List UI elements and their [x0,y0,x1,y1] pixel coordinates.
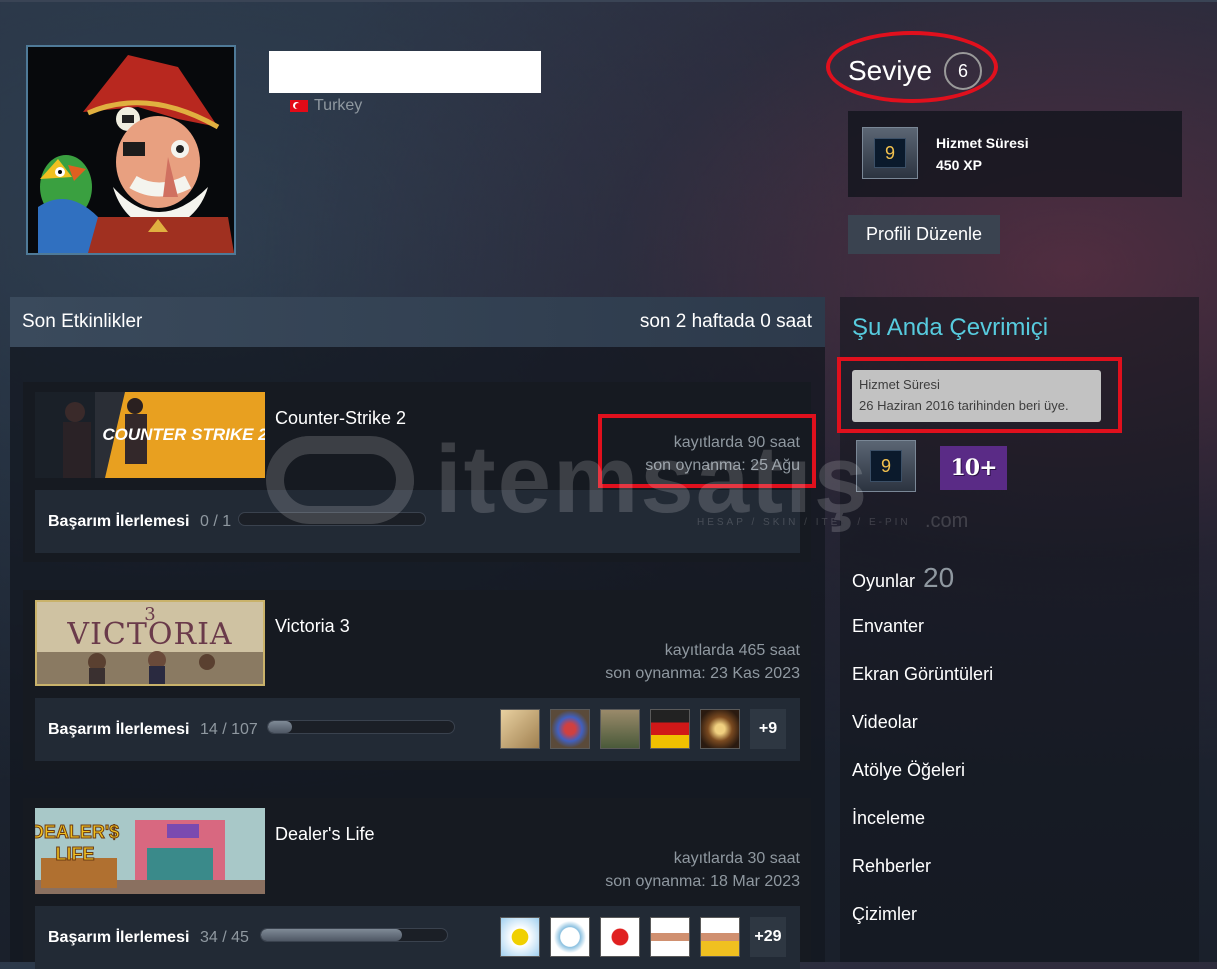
more-achievements-button[interactable]: +29 [750,917,786,957]
years-of-service-badge-small-icon[interactable]: 9 [856,440,916,492]
featured-badge[interactable]: 9 Hizmet Süresi 450 XP [848,111,1182,197]
game-last-played: son oynanma: 23 Kas 2023 [605,665,800,682]
sidebar-link-games[interactable]: Oyunlar 20 [852,562,954,594]
achievement-battle-icon[interactable] [600,709,640,749]
dealers-life-capsule-image: DEALER'$ LIFE [35,808,265,894]
games-link-label: Oyunlar [852,571,916,591]
achievement-progress-fill [268,721,293,733]
achievement-fake-stamp-icon[interactable] [600,917,640,957]
sidebar-link-workshop[interactable]: Atölye Öğeleri [852,760,965,781]
dealers-life-capsule-text: DEALER'$ [35,822,119,842]
sidebar-link-videos[interactable]: Videolar [852,712,918,733]
achievement-count: 34 / 45 [200,929,249,946]
game-hours: kayıtlarda 465 saat [664,642,800,659]
highlight-rect-member-since [837,357,1122,433]
game-capsule-victoria3[interactable]: VICTORIA 3 [35,600,265,686]
achievement-star-icon[interactable] [500,917,540,957]
victoria3-capsule-image: VICTORIA 3 [37,602,263,684]
game-row-dealers-life: DEALER'$ LIFE Dealer's Life kayıtlarda 3… [23,798,811,969]
profile-name-redacted [269,51,541,93]
achievement-progress-bar [267,720,455,734]
achievement-count: 0 / 1 [200,513,232,530]
achievement-ghost-icon[interactable] [550,917,590,957]
pirate-avatar-image [28,47,234,253]
game-hours: kayıtlarda 30 saat [673,850,800,867]
cs2-capsule-text: COUNTER STRIKE 2 [102,425,265,444]
achievement-icons: +9 [500,709,786,749]
online-status: Şu Anda Çevrimiçi [852,314,1049,341]
achievement-progress[interactable]: Başarım İlerlemesi 34 / 45 +29 [35,906,800,969]
years-badge-icon[interactable]: 10+ [940,446,1007,490]
recent-activity-header: Son Etkinlikler son 2 haftada 0 saat [10,297,825,347]
achievement-progress[interactable]: Başarım İlerlemesi 0 / 1 [35,490,800,553]
achievement-flag-icon[interactable] [650,709,690,749]
achievement-map-icon[interactable] [500,709,540,749]
game-capsule-cs2[interactable]: COUNTER STRIKE 2 [35,392,265,478]
small-badge-number: 9 [870,450,902,482]
sidebar-link-reviews[interactable]: İnceleme [852,808,925,829]
victoria3-capsule-number: 3 [144,604,155,625]
country-label: Turkey [314,97,363,114]
profile-country: Turkey [290,97,362,115]
highlight-rect-playtime [598,414,816,488]
sidebar-link-artwork[interactable]: Çizimler [852,904,917,925]
sidebar-link-screenshots[interactable]: Ekran Görüntüleri [852,664,993,685]
game-name[interactable]: Victoria 3 [275,616,350,637]
achievement-label: Başarım İlerlemesi [48,929,190,946]
recent-activity-title: Son Etkinlikler [22,311,143,332]
achievement-label: Başarım İlerlemesi [48,721,190,738]
years-of-service-badge-icon: 9 [862,127,918,179]
achievement-progress-bar [260,928,448,942]
edit-profile-button[interactable]: Profili Düzenle [848,215,1000,254]
achievement-lightbulb-icon[interactable] [700,709,740,749]
more-achievements-button[interactable]: +9 [750,709,786,749]
achievement-globe-icon[interactable] [550,709,590,749]
achievement-progress[interactable]: Başarım İlerlemesi 14 / 107 +9 [35,698,800,761]
achievement-progress-fill [261,929,403,941]
sidebar-link-guides[interactable]: Rehberler [852,856,931,877]
achievement-icons: +29 [500,917,786,957]
badge-icon-number: 9 [874,138,906,168]
badge-title: Hizmet Süresi [936,135,1029,151]
achievement-count: 14 / 107 [200,721,258,738]
achievement-trophy-icon[interactable] [700,917,740,957]
game-row-victoria-3: VICTORIA 3 Victoria 3 kayıtlarda 465 saa… [23,590,811,770]
game-last-played: son oynanma: 18 Mar 2023 [605,873,800,890]
recent-activity-summary: son 2 haftada 0 saat [639,311,812,332]
badge-xp: 450 XP [936,157,982,173]
game-name[interactable]: Counter-Strike 2 [275,408,406,429]
turkey-flag-icon [290,100,308,112]
sidebar-link-inventory[interactable]: Envanter [852,616,924,637]
cs2-capsule-image: COUNTER STRIKE 2 [35,392,265,478]
games-count: 20 [923,562,955,593]
achievement-progress-bar [238,512,426,526]
game-name[interactable]: Dealer's Life [275,824,374,845]
highlight-ellipse-level [826,31,998,103]
dealers-life-capsule-text-2: LIFE [56,844,95,864]
achievement-dealer-icon[interactable] [650,917,690,957]
top-border [0,0,1217,2]
achievement-label: Başarım İlerlemesi [48,513,190,530]
game-capsule-dealers-life[interactable]: DEALER'$ LIFE [35,808,265,894]
profile-avatar[interactable] [26,45,236,255]
